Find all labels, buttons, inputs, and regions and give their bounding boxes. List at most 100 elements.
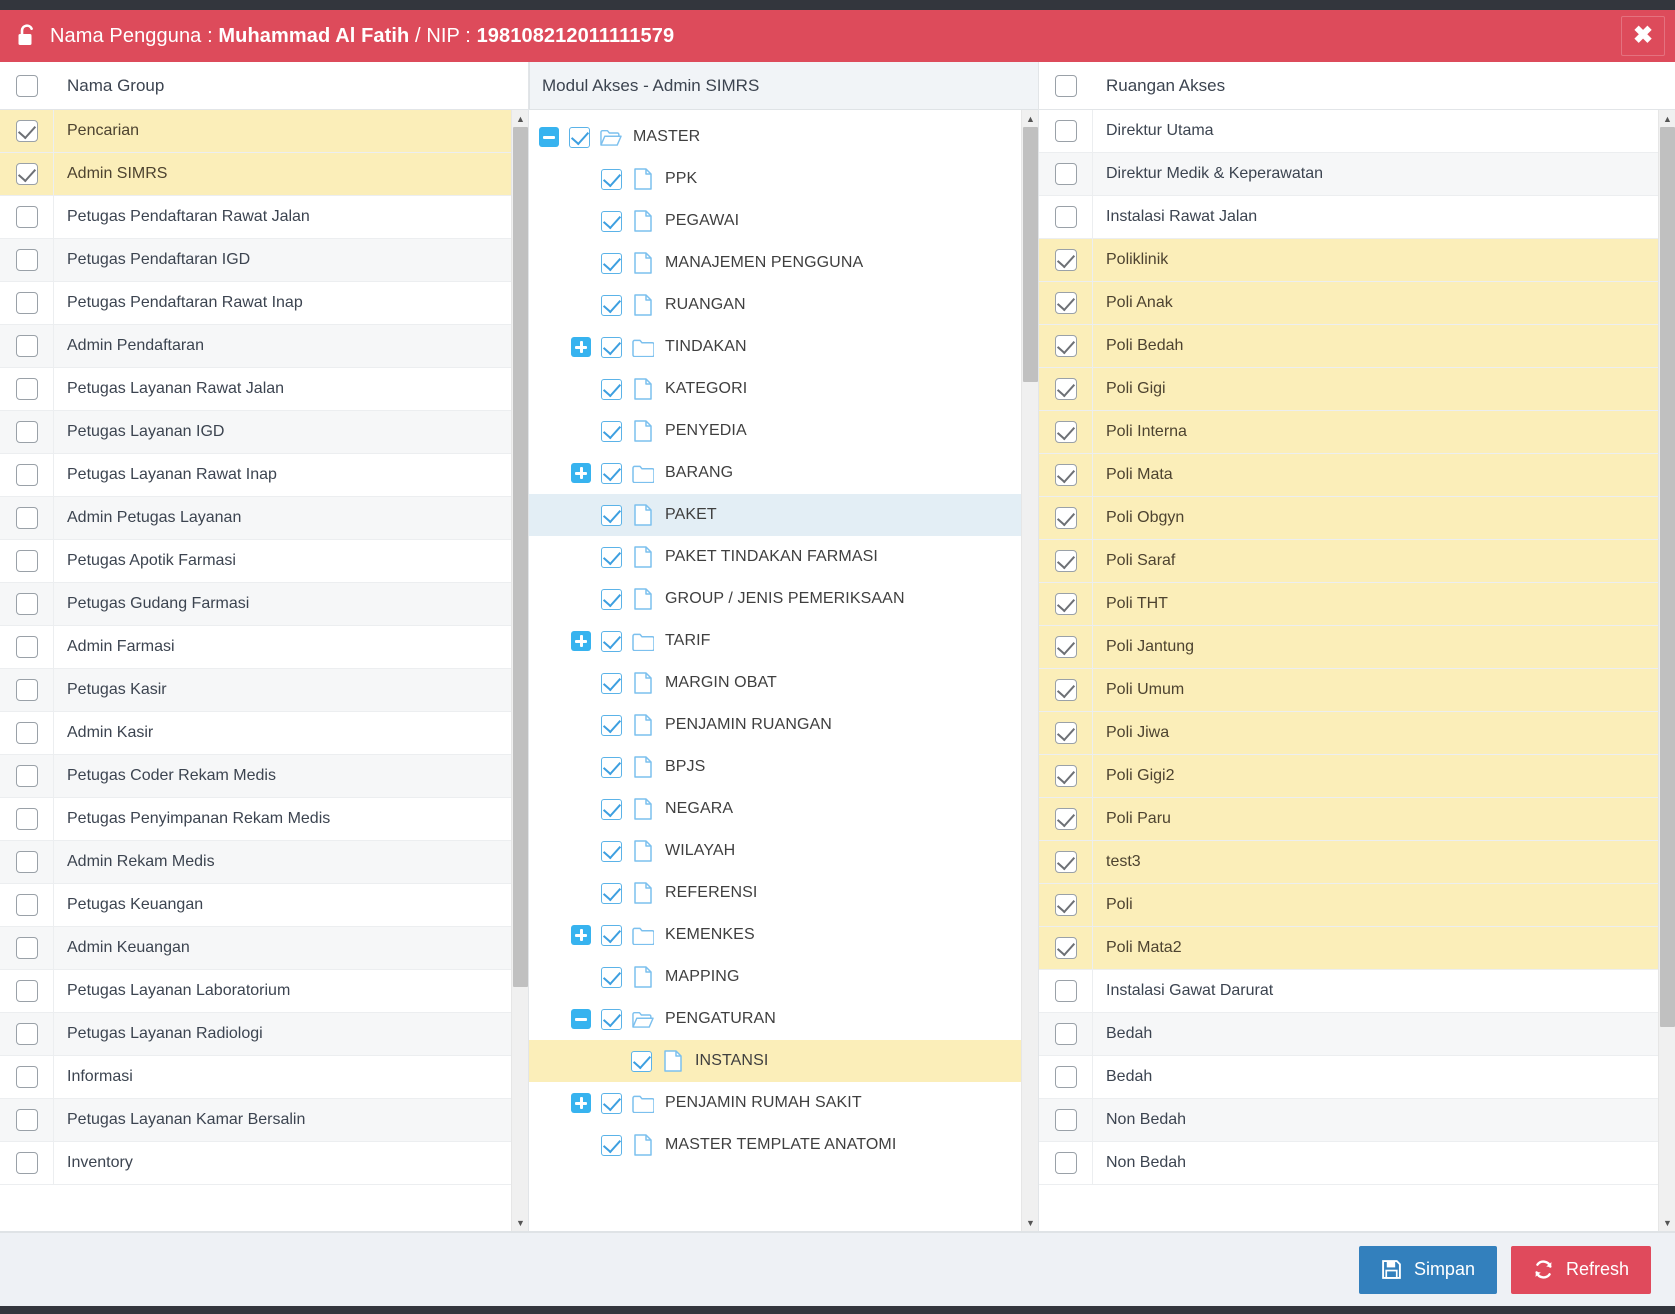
module-checkbox[interactable] (569, 127, 590, 148)
module-checkbox[interactable] (601, 757, 622, 778)
select-all-groups-checkbox-cell[interactable] (0, 62, 54, 109)
room-checkbox[interactable] (1055, 1152, 1077, 1174)
room-checkbox-cell[interactable] (1039, 755, 1093, 797)
module-checkbox[interactable] (601, 925, 622, 946)
scroll-up-icon[interactable]: ▲ (1659, 110, 1675, 127)
module-tree-scroll-area[interactable]: MASTERPPKPEGAWAIMANAJEMEN PENGGUNARUANGA… (529, 110, 1038, 1231)
scrollbar-thumb[interactable] (1660, 127, 1675, 1027)
table-row[interactable]: Petugas Pendaftaran Rawat Inap (0, 282, 511, 325)
room-checkbox[interactable] (1055, 120, 1077, 142)
room-checkbox-cell[interactable] (1039, 970, 1093, 1012)
tree-node[interactable]: PENYEDIA (529, 410, 1021, 452)
room-checkbox-cell[interactable] (1039, 626, 1093, 668)
module-checkbox[interactable] (601, 169, 622, 190)
tree-node[interactable]: PPK (529, 158, 1021, 200)
table-row[interactable]: Poli Jiwa (1039, 712, 1658, 755)
tree-node[interactable]: PENGATURAN (529, 998, 1021, 1040)
table-row[interactable]: Petugas Layanan Rawat Jalan (0, 368, 511, 411)
table-row[interactable]: Direktur Utama (1039, 110, 1658, 153)
group-checkbox[interactable] (16, 980, 38, 1002)
module-checkbox[interactable] (601, 967, 622, 988)
module-checkbox[interactable] (601, 1135, 622, 1156)
room-checkbox[interactable] (1055, 1066, 1077, 1088)
table-row[interactable]: Admin Farmasi (0, 626, 511, 669)
module-checkbox[interactable] (601, 547, 622, 568)
tree-node[interactable]: MARGIN OBAT (529, 662, 1021, 704)
group-checkbox-cell[interactable] (0, 626, 54, 668)
table-row[interactable]: Poliklinik (1039, 239, 1658, 282)
module-checkbox[interactable] (601, 1093, 622, 1114)
table-row[interactable]: Petugas Pendaftaran IGD (0, 239, 511, 282)
room-list-scroll-area[interactable]: Direktur UtamaDirektur Medik & Keperawat… (1039, 110, 1675, 1231)
group-checkbox-cell[interactable] (0, 196, 54, 238)
room-checkbox[interactable] (1055, 421, 1077, 443)
group-checkbox[interactable] (16, 894, 38, 916)
group-checkbox[interactable] (16, 679, 38, 701)
room-checkbox[interactable] (1055, 980, 1077, 1002)
tree-node[interactable]: PENJAMIN RUANGAN (529, 704, 1021, 746)
table-row[interactable]: test3 (1039, 841, 1658, 884)
room-checkbox[interactable] (1055, 335, 1077, 357)
module-checkbox[interactable] (601, 883, 622, 904)
table-row[interactable]: Poli Obgyn (1039, 497, 1658, 540)
group-checkbox-cell[interactable] (0, 1013, 54, 1055)
group-checkbox-cell[interactable] (0, 712, 54, 754)
table-row[interactable]: Poli Jantung (1039, 626, 1658, 669)
room-checkbox-cell[interactable] (1039, 712, 1093, 754)
group-checkbox-cell[interactable] (0, 239, 54, 281)
tree-node[interactable]: REFERENSI (529, 872, 1021, 914)
tree-node[interactable]: TINDAKAN (529, 326, 1021, 368)
group-checkbox[interactable] (16, 808, 38, 830)
scroll-up-icon[interactable]: ▲ (512, 110, 528, 127)
room-checkbox-cell[interactable] (1039, 454, 1093, 496)
table-row[interactable]: Pencarian (0, 110, 511, 153)
group-checkbox[interactable] (16, 636, 38, 658)
group-checkbox[interactable] (16, 1109, 38, 1131)
module-checkbox[interactable] (601, 631, 622, 652)
room-checkbox[interactable] (1055, 765, 1077, 787)
group-checkbox[interactable] (16, 507, 38, 529)
group-checkbox-cell[interactable] (0, 1142, 54, 1184)
group-checkbox-cell[interactable] (0, 970, 54, 1012)
table-row[interactable]: Petugas Apotik Farmasi (0, 540, 511, 583)
module-checkbox[interactable] (601, 211, 622, 232)
tree-node[interactable]: KATEGORI (529, 368, 1021, 410)
group-checkbox[interactable] (16, 851, 38, 873)
room-checkbox-cell[interactable] (1039, 196, 1093, 238)
module-checkbox[interactable] (601, 505, 622, 526)
group-checkbox-cell[interactable] (0, 153, 54, 195)
module-checkbox[interactable] (601, 673, 622, 694)
room-checkbox[interactable] (1055, 851, 1077, 873)
module-checkbox[interactable] (601, 589, 622, 610)
group-checkbox-cell[interactable] (0, 669, 54, 711)
group-checkbox-cell[interactable] (0, 368, 54, 410)
table-row[interactable]: Direktur Medik & Keperawatan (1039, 153, 1658, 196)
table-row[interactable]: Petugas Layanan Laboratorium (0, 970, 511, 1013)
table-row[interactable]: Petugas Keuangan (0, 884, 511, 927)
close-icon[interactable]: ✖ (1621, 16, 1665, 56)
room-list-scrollbar[interactable]: ▲ ▼ (1658, 110, 1675, 1231)
room-checkbox[interactable] (1055, 378, 1077, 400)
room-checkbox[interactable] (1055, 808, 1077, 830)
table-row[interactable]: Admin Kasir (0, 712, 511, 755)
scroll-down-icon[interactable]: ▼ (512, 1214, 528, 1231)
group-checkbox[interactable] (16, 937, 38, 959)
tree-node[interactable]: BARANG (529, 452, 1021, 494)
room-checkbox[interactable] (1055, 1023, 1077, 1045)
module-checkbox[interactable] (601, 1009, 622, 1030)
table-row[interactable]: Petugas Coder Rekam Medis (0, 755, 511, 798)
scroll-down-icon[interactable]: ▼ (1659, 1214, 1675, 1231)
table-row[interactable]: Inventory (0, 1142, 511, 1185)
collapse-minus-icon[interactable] (571, 1009, 591, 1029)
group-checkbox-cell[interactable] (0, 1056, 54, 1098)
group-list-scroll-area[interactable]: PencarianAdmin SIMRSPetugas Pendaftaran … (0, 110, 528, 1231)
room-checkbox-cell[interactable] (1039, 927, 1093, 969)
room-checkbox-cell[interactable] (1039, 153, 1093, 195)
scroll-up-icon[interactable]: ▲ (1022, 110, 1038, 127)
group-checkbox[interactable] (16, 163, 38, 185)
group-checkbox[interactable] (16, 464, 38, 486)
group-checkbox[interactable] (16, 378, 38, 400)
tree-node[interactable]: MANAJEMEN PENGGUNA (529, 242, 1021, 284)
group-checkbox[interactable] (16, 292, 38, 314)
table-row[interactable]: Admin Petugas Layanan (0, 497, 511, 540)
